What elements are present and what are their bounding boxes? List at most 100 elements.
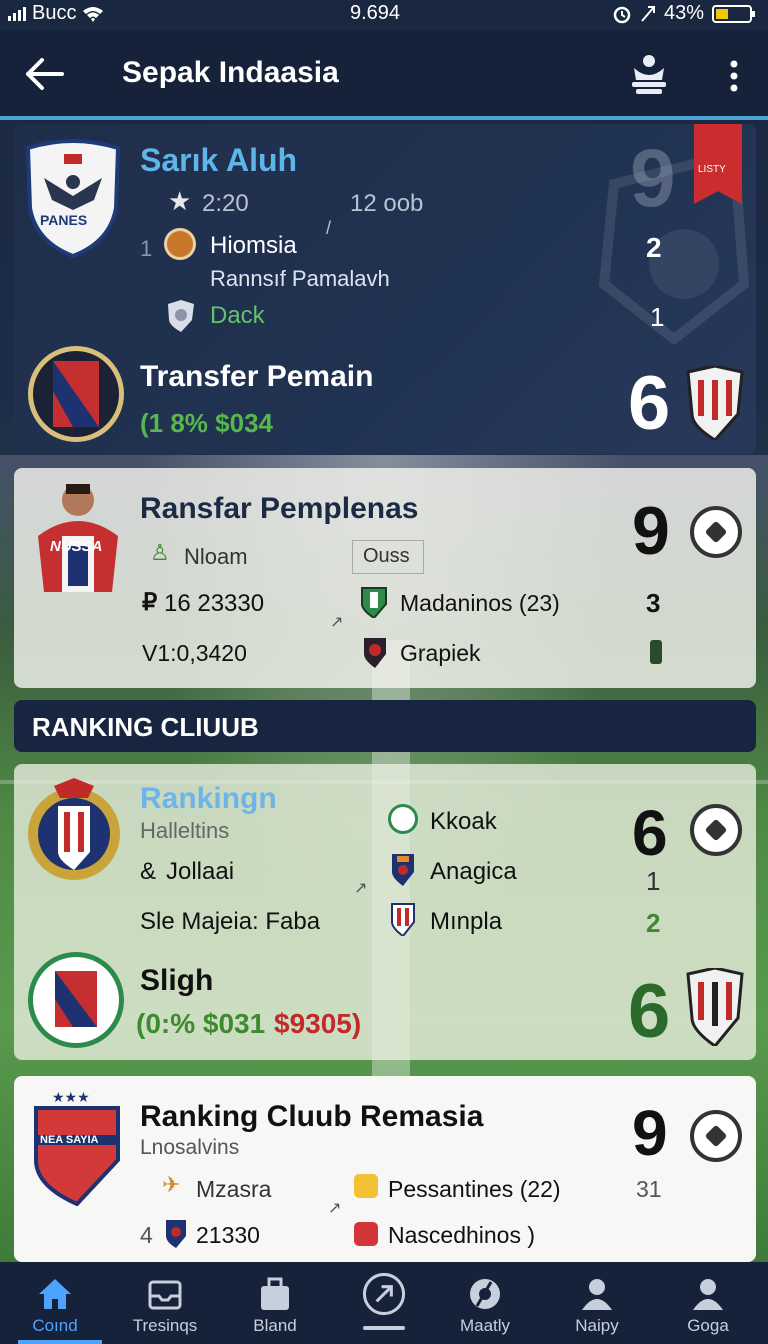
pessantines-icon xyxy=(354,1174,378,1198)
version-label: V1:0,3420 xyxy=(142,640,247,666)
battery-icon xyxy=(712,4,755,23)
user-name: Nloam xyxy=(184,544,248,569)
opponent-subtitle: Rannsıf Pamalavh xyxy=(210,266,390,291)
alarm-icon xyxy=(613,6,631,23)
bag-icon xyxy=(261,1277,289,1310)
shield-icon xyxy=(166,300,196,332)
small-score: 3 xyxy=(646,588,661,618)
ranking2-opp2: Nascedhinos ) xyxy=(388,1222,536,1248)
carrier-name: Bucc xyxy=(32,2,77,24)
team-crest: PANES xyxy=(24,138,122,259)
player-photo: NUSSA xyxy=(28,476,128,592)
ranking2-score: 9 xyxy=(632,1097,668,1169)
ranking2-opp1: Pessantines (22) xyxy=(388,1176,561,1202)
transfer-value: (1 8% $034 xyxy=(140,408,273,438)
team-dack: Dack xyxy=(210,302,265,329)
team-name: Sarık Aluh xyxy=(140,142,298,178)
ranking2-crest: ★★★ NEA SAYIA xyxy=(32,1089,122,1207)
info-box-label: Ouss xyxy=(363,545,410,567)
football-icon xyxy=(690,506,742,558)
ranking-s2: 2 xyxy=(646,908,661,938)
nav-label: Coınd xyxy=(32,1316,78,1335)
ranking2-line2: 21330 xyxy=(196,1222,260,1248)
nav-matchday[interactable]: Maatly xyxy=(430,1262,540,1344)
signal-arrow-icon xyxy=(641,5,655,22)
bottom-navigation: Coınd Tresinqs Bland Maatly Naipy Goga xyxy=(0,1262,768,1344)
nav-label: Maatly xyxy=(459,1316,511,1335)
ball-icon xyxy=(470,1279,500,1309)
madaninos-crest xyxy=(360,586,388,620)
transfer-title: Transfer Pemain xyxy=(140,360,374,393)
transfer2-title: Ransfar Pemplenas xyxy=(140,492,419,525)
big-score: 9 xyxy=(630,133,676,224)
minpla-crest xyxy=(390,902,416,938)
transfer-score: 6 xyxy=(628,361,671,446)
home-icon xyxy=(39,1279,71,1309)
opponent2-name: Grapiek xyxy=(400,640,481,666)
section-label: RANKING CLIUUB xyxy=(32,712,259,742)
opponent1-name: Madaninos (23) xyxy=(400,590,560,616)
ranking-opp3: Mınpla xyxy=(430,908,503,935)
ranking2-line1: Mzasra xyxy=(196,1176,272,1202)
ranking-s1: 1 xyxy=(646,866,661,896)
club-badge xyxy=(686,966,744,1049)
opponent-name: Hiomsia xyxy=(210,232,297,259)
ranking-card[interactable]: Rankingn Halleltins & Jollaai ↗ Sle Maje… xyxy=(14,764,756,1060)
ranking2-title: Ranking Cluub Remasia xyxy=(140,1100,484,1133)
divider-tick: / xyxy=(326,218,332,238)
profile-icon xyxy=(693,1279,723,1310)
battery-percent: 43% xyxy=(663,2,704,24)
ranking-club-card[interactable]: ★★★ NEA SAYIA Ranking Cluub Remasia Lnos… xyxy=(14,1076,756,1262)
crest-label: PANES xyxy=(40,212,88,228)
match-card[interactable]: PANES Sarık Aluh ★ 2:20 / 12 oob 9 LISTY… xyxy=(14,124,756,454)
mini-badge-icon xyxy=(650,640,662,664)
opponent-crest xyxy=(164,228,196,260)
jersey-label: NUSSA xyxy=(50,538,103,555)
transfer-card[interactable]: NUSSA Ransfar Pemplenas ♙ Nloam Ouss 9 ₽… xyxy=(14,468,756,688)
trophy-button[interactable] xyxy=(626,52,672,98)
sligh-value-green: (0:% $031 xyxy=(136,1008,266,1039)
ranking-opp1: Kkoak xyxy=(430,808,497,835)
nav-center[interactable] xyxy=(329,1262,439,1344)
arrow-left-icon xyxy=(26,58,64,90)
sligh-crest xyxy=(28,952,124,1048)
nav-home[interactable]: Coınd xyxy=(0,1262,110,1344)
ranking2-prefix: 4 xyxy=(140,1222,153,1248)
transfer-crest xyxy=(28,346,124,442)
ranking-opp2: Anagica xyxy=(430,858,517,885)
match-time: 2:20 xyxy=(202,190,249,217)
status-left: Bucc xyxy=(8,2,104,25)
signal-icon xyxy=(8,6,26,21)
user-icon: ♙ xyxy=(150,540,170,565)
crest-label: NEA SAYIA xyxy=(40,1134,99,1146)
sligh-title: Sligh xyxy=(140,964,214,997)
status-right: 43% xyxy=(612,2,755,25)
more-menu-button[interactable] xyxy=(724,56,744,96)
status-bar: Bucc 9.694 43% xyxy=(0,0,768,30)
nav-trainings[interactable]: Tresinqs xyxy=(110,1262,220,1344)
mini-crest xyxy=(164,1218,188,1248)
kickoff-label: 12 oob xyxy=(350,190,424,217)
nav-profile[interactable]: Goga xyxy=(653,1262,763,1344)
nascedhinos-icon xyxy=(354,1222,378,1246)
ball-crest xyxy=(388,804,418,834)
star-icon: ★ xyxy=(168,186,192,216)
nav-label: Goga xyxy=(687,1316,729,1335)
nav-bland[interactable]: Bland xyxy=(220,1262,330,1344)
nav-label: Naipy xyxy=(575,1316,619,1335)
ranking-line2: Sle Majeia: Faba xyxy=(140,908,321,935)
nav-players[interactable]: Naipy xyxy=(542,1262,652,1344)
ranking2-subtitle: Lnosalvins xyxy=(140,1136,240,1159)
sligh-score: 6 xyxy=(628,969,671,1054)
nav-indicator xyxy=(363,1326,405,1330)
trophy-icon xyxy=(632,55,666,94)
opponent-score: 2 xyxy=(646,232,662,263)
inbox-icon xyxy=(148,1280,182,1310)
back-button[interactable] xyxy=(22,52,66,96)
club-badge xyxy=(686,364,744,442)
divider-tick: ↗ xyxy=(354,880,368,897)
ranking-score: 6 xyxy=(632,797,668,869)
nav-label: Bland xyxy=(253,1316,297,1335)
transfer-amount: 16 23330 xyxy=(164,590,265,617)
flame-icon: ✈ xyxy=(162,1172,181,1197)
